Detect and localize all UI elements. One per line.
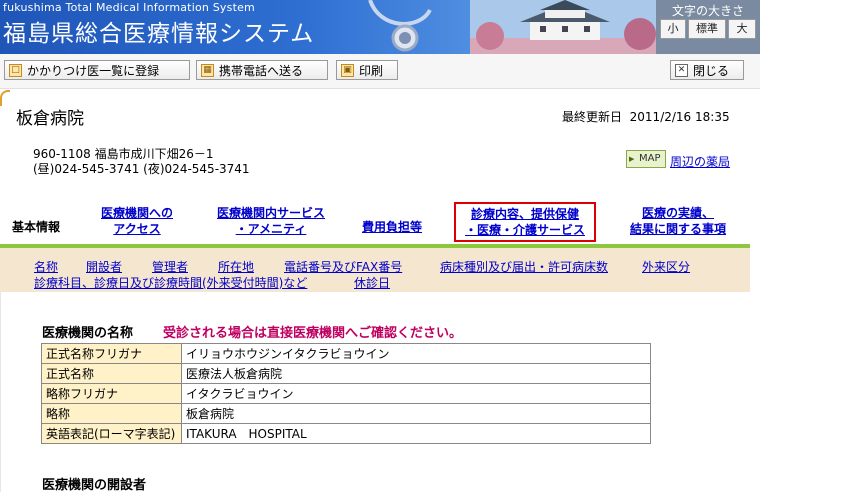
page: fukushima Total Medical Information Syst… [0, 0, 760, 492]
stethoscope-icon [368, 0, 432, 52]
last-updated-value: 2011/2/16 18:35 [629, 110, 730, 124]
tab-costs[interactable]: 費用負担等 [362, 219, 422, 235]
tab-results-line1: 医療の実績、 [641, 206, 714, 220]
nav-departments[interactable]: 診療科目、診療日及び診療時間(外来受付時間)など [34, 274, 307, 291]
print-button[interactable]: ▣ 印刷 [336, 60, 398, 80]
table-value: ITAKURA HOSPITAL [181, 423, 651, 444]
table-value: 板倉病院 [181, 403, 651, 424]
table-value: 医療法人板倉病院 [181, 363, 651, 384]
table-row: 略称 板倉病院 [41, 403, 651, 424]
tab-care-line2: ・医療・介護サービス [464, 223, 585, 237]
tab-results-line2: 結果に関する事項 [629, 222, 726, 236]
register-label: かかりつけ医一覧に登録 [27, 64, 160, 78]
register-family-doctor-button[interactable]: □ かかりつけ医一覧に登録 [4, 60, 190, 80]
print-icon: ▣ [341, 64, 354, 77]
nav-phone-fax[interactable]: 電話番号及びFAX番号 [284, 258, 402, 275]
nav-manager[interactable]: 管理者 [152, 258, 188, 275]
nav-founder[interactable]: 開設者 [86, 258, 122, 275]
nav-name[interactable]: 名称 [34, 258, 58, 275]
section-title-founder: 医療機関の開設者 [42, 478, 147, 492]
nav-outpatient[interactable]: 外来区分 [642, 258, 690, 275]
tab-services-line2: ・アメニティ [235, 222, 307, 236]
table-row: 略称フリガナ イタクラビョウイン [41, 383, 651, 404]
site-title-en: fukushima Total Medical Information Syst… [3, 1, 255, 14]
tab-access-line1: 医療機関への [100, 206, 173, 220]
send-to-mobile-button[interactable]: ▦ 携帯電話へ送る [196, 60, 328, 80]
tab-care-services[interactable]: 診療内容、提供保健 ・医療・介護サービス [454, 202, 596, 242]
table-key: 正式名称 [41, 363, 182, 384]
nav-beds[interactable]: 病床種別及び届出・許可病床数 [440, 258, 608, 275]
font-standard-button[interactable]: 標準 [688, 19, 726, 39]
site-title-jp: 福島県総合医療情報システム [3, 21, 315, 47]
font-small-button[interactable]: 小 [660, 19, 686, 39]
table-row: 英語表記(ローマ字表記) ITAKURA HOSPITAL [41, 423, 651, 444]
name-table: 正式名称フリガナ イリョウホウジンイタクラビョウイン 正式名称 医療法人板倉病院… [41, 343, 651, 444]
table-row: 正式名称 医療法人板倉病院 [41, 363, 651, 384]
tab-care-line1: 診療内容、提供保健 [470, 207, 579, 221]
section-nav: 名称 開設者 管理者 所在地 電話番号及びFAX番号 病床種別及び届出・許可病床… [0, 248, 750, 292]
corner-decoration [0, 90, 10, 106]
nearby-pharmacy-link[interactable]: 周辺の薬局 [670, 153, 730, 170]
map-button[interactable]: MAP [626, 150, 666, 168]
tab-results[interactable]: 医療の実績、 結果に関する事項 [620, 205, 736, 237]
font-size-label: 文字の大きさ [671, 4, 744, 18]
close-icon: ✕ [675, 64, 688, 77]
section-title-name: 医療機関の名称 [42, 326, 134, 341]
table-value: イリョウホウジンイタクラビョウイン [181, 343, 651, 364]
print-label: 印刷 [359, 64, 384, 78]
nav-location[interactable]: 所在地 [218, 258, 254, 275]
hospital-name: 板倉病院 [16, 109, 84, 129]
font-size-panel: 文字の大きさ 小 標準 大 [656, 0, 760, 54]
table-value: イタクラビョウイン [181, 383, 651, 404]
table-row: 正式名称フリガナ イリョウホウジンイタクラビョウイン [41, 343, 651, 364]
tab-basic-info[interactable]: 基本情報 [12, 219, 60, 235]
mobile-icon: ▦ [201, 64, 214, 77]
table-key: 略称 [41, 403, 182, 424]
tab-access-line2: アクセス [113, 222, 161, 236]
tab-access[interactable]: 医療機関への アクセス [92, 205, 182, 237]
confirmation-notice: 受診される場合は直接医療機関へご確認ください。 [163, 326, 463, 341]
table-key: 略称フリガナ [41, 383, 182, 404]
table-key: 正式名称フリガナ [41, 343, 182, 364]
close-button[interactable]: ✕ 閉じる [670, 60, 744, 80]
hospital-phones: (昼)024-545-3741 (夜)024-545-3741 [33, 162, 250, 176]
site-header: fukushima Total Medical Information Syst… [0, 0, 760, 54]
tab-services-line1: 医療機関内サービス [216, 206, 325, 220]
nav-holidays[interactable]: 休診日 [354, 274, 390, 291]
last-updated-label: 最終更新日 [562, 110, 623, 124]
toolbar: □ かかりつけ医一覧に登録 ▦ 携帯電話へ送る ▣ 印刷 ✕ 閉じる [0, 54, 760, 89]
tab-services[interactable]: 医療機関内サービス ・アメニティ [208, 205, 334, 237]
register-icon: □ [9, 64, 22, 77]
table-key: 英語表記(ローマ字表記) [41, 423, 182, 444]
send-mobile-label: 携帯電話へ送る [219, 64, 304, 78]
category-tabs: 基本情報 医療機関への アクセス 医療機関内サービス ・アメニティ 費用負担等 … [0, 202, 760, 245]
close-label: 閉じる [693, 64, 730, 78]
last-updated: 最終更新日 2011/2/16 18:35 [562, 108, 730, 125]
font-large-button[interactable]: 大 [728, 19, 756, 39]
castle-image [470, 0, 660, 54]
